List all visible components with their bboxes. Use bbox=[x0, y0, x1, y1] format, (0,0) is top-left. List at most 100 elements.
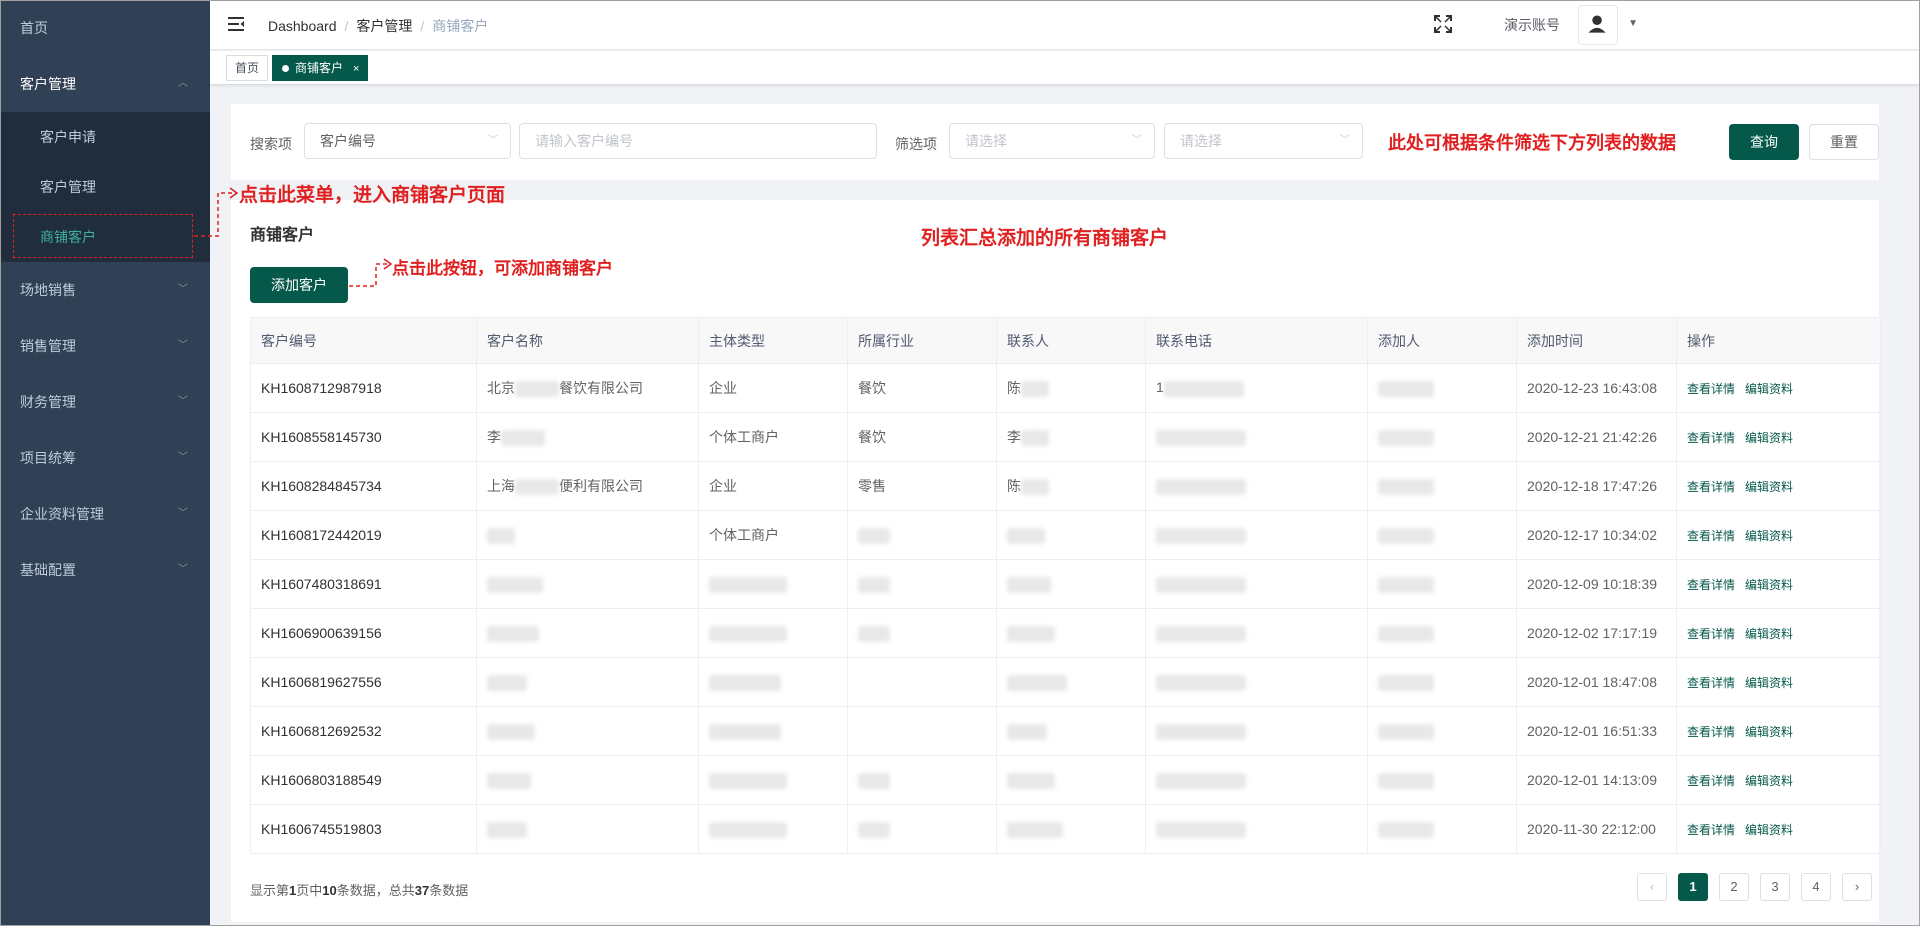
fullscreen-icon[interactable] bbox=[1434, 15, 1452, 33]
hamburger-icon[interactable] bbox=[227, 15, 245, 33]
sidebar-item-basic-config[interactable]: 基础配置 ﹀ bbox=[0, 542, 210, 598]
sidebar-item-project[interactable]: 项目统筹 ﹀ bbox=[0, 430, 210, 486]
tag-shop-customer[interactable]: 商铺客户 × bbox=[272, 55, 369, 81]
cell-phone: 1 bbox=[1145, 363, 1368, 413]
cell-phone bbox=[1145, 706, 1368, 756]
filter-select-2[interactable]: 请选择 ﹀ bbox=[1164, 123, 1363, 159]
cell-contact bbox=[996, 804, 1146, 854]
sidebar-subitem-customer-application[interactable]: 客户申请 bbox=[0, 112, 210, 162]
breadcrumb-dashboard[interactable]: Dashboard bbox=[268, 18, 337, 34]
contact-prefix: 陈 bbox=[1007, 478, 1021, 494]
cell-type: 个体工商户 bbox=[698, 510, 848, 560]
sidebar-item-enterprise-info[interactable]: 企业资料管理 ﹀ bbox=[0, 486, 210, 542]
sidebar-item-finance[interactable]: 财务管理 ﹀ bbox=[0, 374, 210, 430]
redacted-value bbox=[1378, 625, 1434, 642]
redacted-value bbox=[858, 772, 890, 789]
table-row: KH1607480318691 2020-12-09 10:18:39 查看详情 编辑… bbox=[250, 559, 1881, 609]
pagination-page-3[interactable]: 3 bbox=[1760, 873, 1790, 901]
contact-prefix: 李 bbox=[1007, 429, 1021, 445]
view-details-link[interactable]: 查看详情 bbox=[1687, 382, 1735, 396]
cell-time: 2020-12-02 17:17:19 bbox=[1516, 608, 1677, 658]
edit-info-link[interactable]: 编辑资料 bbox=[1745, 676, 1793, 690]
view-details-link[interactable]: 查看详情 bbox=[1687, 774, 1735, 788]
tag-home[interactable]: 首页 bbox=[226, 55, 269, 81]
view-details-link[interactable]: 查看详情 bbox=[1687, 431, 1735, 445]
edit-info-link[interactable]: 编辑资料 bbox=[1745, 627, 1793, 641]
cell-name bbox=[476, 559, 699, 609]
cell-actions: 查看详情 编辑资料 bbox=[1676, 559, 1881, 609]
close-icon[interactable]: × bbox=[353, 63, 359, 75]
edit-info-link[interactable]: 编辑资料 bbox=[1745, 725, 1793, 739]
pagination-page-2[interactable]: 2 bbox=[1719, 873, 1749, 901]
edit-info-link[interactable]: 编辑资料 bbox=[1745, 529, 1793, 543]
redacted-value bbox=[1007, 772, 1055, 789]
summary-mid2: 条数据，总共 bbox=[336, 883, 415, 898]
redacted-value bbox=[1156, 723, 1246, 740]
cell-time: 2020-12-21 21:42:26 bbox=[1516, 412, 1677, 462]
chevron-down-icon: ﹀ bbox=[178, 396, 188, 407]
edit-info-link[interactable]: 编辑资料 bbox=[1745, 823, 1793, 837]
search-input[interactable]: 请输入客户编号 bbox=[519, 123, 877, 159]
add-customer-button[interactable]: 添加客户 bbox=[250, 267, 348, 303]
filter-placeholder: 请选择 bbox=[965, 133, 1007, 149]
avatar[interactable] bbox=[1578, 5, 1618, 45]
redacted-value bbox=[858, 625, 890, 642]
query-button[interactable]: 查询 bbox=[1729, 124, 1799, 160]
tag-label: 商铺客户 bbox=[295, 61, 344, 75]
chevron-down-icon: ﹀ bbox=[178, 452, 188, 463]
pagination-prev[interactable]: ‹ bbox=[1637, 873, 1667, 901]
cell-name: 李 bbox=[476, 412, 699, 462]
cell-name bbox=[476, 706, 699, 756]
view-details-link[interactable]: 查看详情 bbox=[1687, 529, 1735, 543]
edit-info-link[interactable]: 编辑资料 bbox=[1745, 431, 1793, 445]
redacted-value bbox=[1378, 527, 1434, 544]
col-header-actions: 操作 bbox=[1676, 317, 1881, 364]
sidebar-item-label: 财务管理 bbox=[20, 394, 76, 410]
sidebar-item-sales-management[interactable]: 销售管理 ﹀ bbox=[0, 318, 210, 374]
caret-down-icon[interactable]: ▼ bbox=[1628, 18, 1638, 29]
sidebar-item-label: 销售管理 bbox=[20, 338, 76, 354]
sidebar-item-customer-management[interactable]: 客户管理 ︿ bbox=[0, 56, 210, 112]
edit-info-link[interactable]: 编辑资料 bbox=[1745, 382, 1793, 396]
cell-creator bbox=[1367, 559, 1517, 609]
view-details-link[interactable]: 查看详情 bbox=[1687, 627, 1735, 641]
edit-info-link[interactable]: 编辑资料 bbox=[1745, 774, 1793, 788]
view-details-link[interactable]: 查看详情 bbox=[1687, 676, 1735, 690]
cell-creator bbox=[1367, 461, 1517, 511]
view-details-link[interactable]: 查看详情 bbox=[1687, 725, 1735, 739]
table-row: KH1606803188549 2020-12-01 14:13:09 查看详情 编辑… bbox=[250, 755, 1881, 805]
sidebar-item-label: 企业资料管理 bbox=[20, 506, 104, 522]
pagination-next[interactable]: › bbox=[1842, 873, 1872, 901]
chevron-down-icon: ﹀ bbox=[178, 284, 188, 295]
view-details-link[interactable]: 查看详情 bbox=[1687, 578, 1735, 592]
panel-title: 商铺客户 bbox=[250, 227, 315, 244]
cell-type bbox=[698, 755, 848, 805]
edit-info-link[interactable]: 编辑资料 bbox=[1745, 578, 1793, 592]
col-header-name: 客户名称 bbox=[476, 317, 699, 364]
sidebar-subitem-customer-management[interactable]: 客户管理 bbox=[0, 162, 210, 212]
search-field-select[interactable]: 客户编号 ﹀ bbox=[304, 123, 511, 159]
cell-code: KH1606803188549 bbox=[250, 755, 477, 805]
pagination-page-1[interactable]: 1 bbox=[1678, 873, 1708, 901]
chevron-down-icon: ﹀ bbox=[178, 564, 188, 575]
redacted-value bbox=[1378, 674, 1434, 691]
view-details-link[interactable]: 查看详情 bbox=[1687, 480, 1735, 494]
account-name[interactable]: 演示账号 bbox=[1504, 15, 1560, 35]
tags-view: 首页 商铺客户 × bbox=[210, 51, 1920, 85]
sidebar: 首页 客户管理 ︿ 客户申请 客户管理 商铺客户 场地销售 ﹀ 销售管理 ﹀ 财务管理… bbox=[0, 0, 210, 926]
sidebar-item-venue-sales[interactable]: 场地销售 ﹀ bbox=[0, 262, 210, 318]
name-suffix: 餐饮有限公司 bbox=[559, 380, 643, 396]
filter-select-1[interactable]: 请选择 ﹀ bbox=[949, 123, 1155, 159]
reset-button[interactable]: 重置 bbox=[1809, 124, 1879, 160]
cell-creator bbox=[1367, 657, 1517, 707]
redacted-value bbox=[1007, 821, 1063, 838]
cell-actions: 查看详情 编辑资料 bbox=[1676, 608, 1881, 658]
redacted-value bbox=[1378, 772, 1434, 789]
breadcrumb-customer-management[interactable]: 客户管理 bbox=[356, 18, 412, 34]
view-details-link[interactable]: 查看详情 bbox=[1687, 823, 1735, 837]
sidebar-item-home[interactable]: 首页 bbox=[0, 0, 210, 56]
search-label: 搜索项 bbox=[250, 136, 292, 152]
cell-creator bbox=[1367, 608, 1517, 658]
edit-info-link[interactable]: 编辑资料 bbox=[1745, 480, 1793, 494]
pagination-page-4[interactable]: 4 bbox=[1801, 873, 1831, 901]
